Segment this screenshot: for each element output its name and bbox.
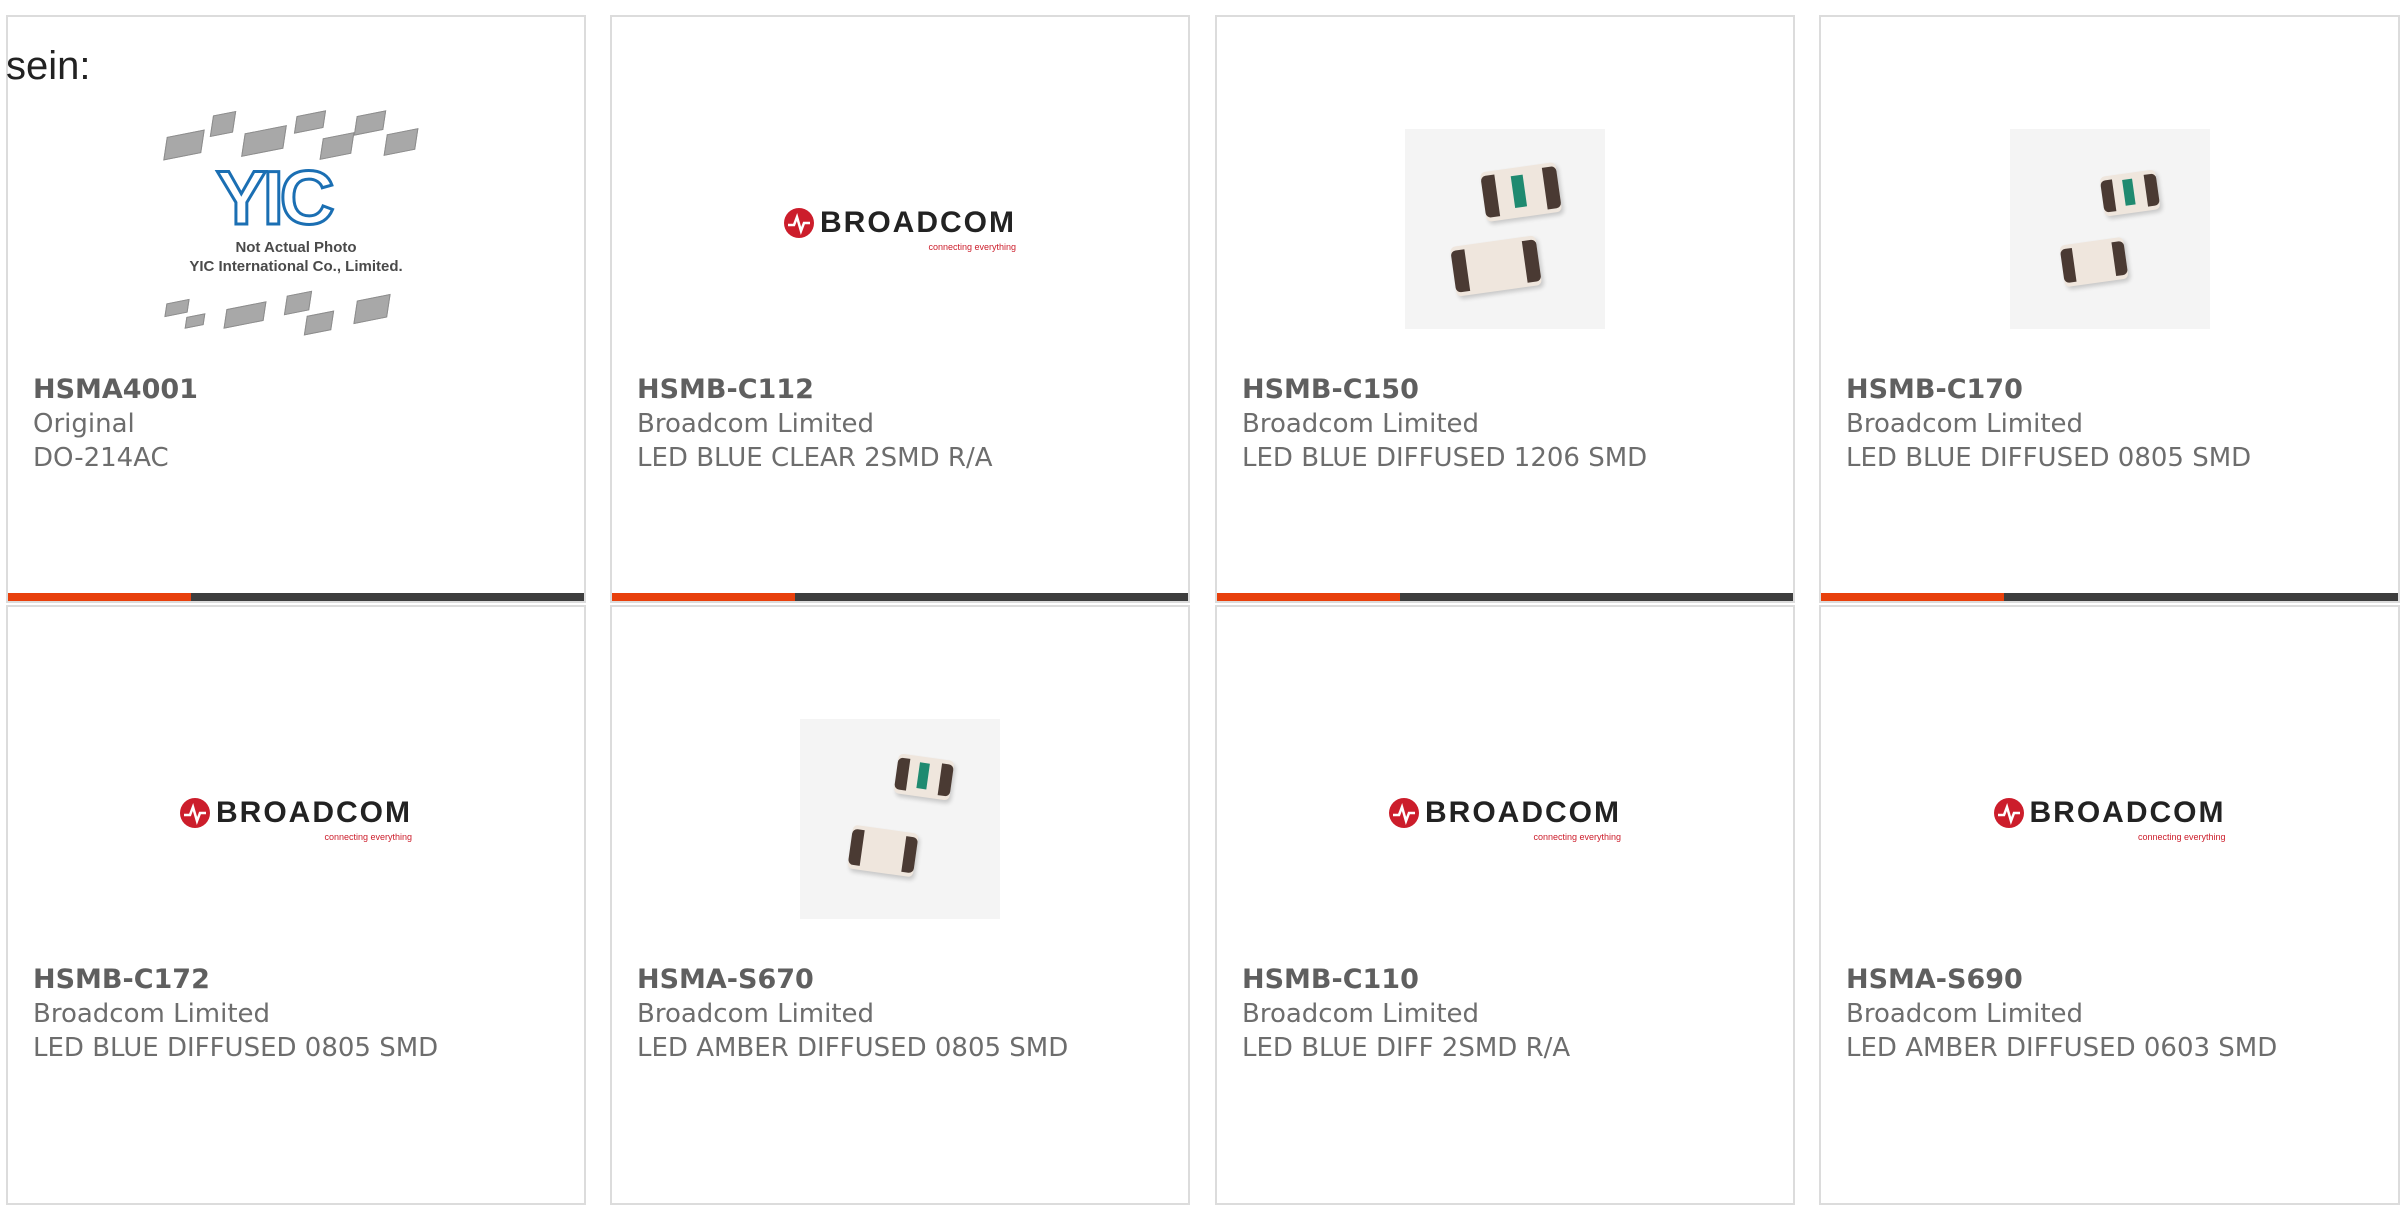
part-number: HSMB-C170 <box>1846 374 2023 405</box>
description: LED BLUE DIFF 2SMD R/A <box>1242 1033 1571 1063</box>
part-number: HSMB-C150 <box>1242 374 1419 405</box>
product-image <box>612 689 1188 949</box>
product-card[interactable]: BROADCOM connecting everything HSMA-S690… <box>1819 605 2400 1205</box>
part-number: HSMB-C172 <box>33 964 210 995</box>
manufacturer: Broadcom Limited <box>33 999 271 1029</box>
broadcom-tagline: connecting everything <box>1533 832 1621 842</box>
product-image <box>1821 99 2398 359</box>
part-number: HSMA-S670 <box>637 964 814 995</box>
card-progress-accent <box>612 593 795 601</box>
description: DO-214AC <box>33 443 169 473</box>
manufacturer: Original <box>33 409 135 439</box>
product-image: BROADCOM connecting everything <box>1821 689 2398 949</box>
broadcom-logo: BROADCOM connecting everything <box>1389 796 1621 842</box>
broadcom-wordmark: BROADCOM <box>216 796 412 829</box>
card-progress-accent <box>1821 593 2004 601</box>
card-progress-accent <box>1217 593 1400 601</box>
broadcom-tagline: connecting everything <box>2137 832 2226 842</box>
part-number: HSMB-C112 <box>637 374 814 405</box>
product-image: BROADCOM connecting everything <box>8 689 584 949</box>
product-card[interactable]: BROADCOM connecting everything HSMB-C110… <box>1215 605 1795 1205</box>
description: LED AMBER DIFFUSED 0603 SMD <box>1846 1033 2278 1063</box>
part-number: HSMA-S690 <box>1846 964 2023 995</box>
card-progress-accent <box>8 593 191 601</box>
description: LED BLUE DIFFUSED 0805 SMD <box>1846 443 2252 473</box>
product-image: BROADCOM connecting everything <box>1217 689 1793 949</box>
manufacturer: Broadcom Limited <box>637 999 875 1029</box>
product-card[interactable]: HSMB-C150 Broadcom Limited LED BLUE DIFF… <box>1215 15 1795 603</box>
lead-text: sein: <box>6 44 91 88</box>
product-image: BROADCOM connecting everything <box>612 99 1188 359</box>
manufacturer: Broadcom Limited <box>1242 999 1480 1029</box>
broadcom-tagline: connecting everything <box>928 242 1016 252</box>
smd-led-photo <box>1405 129 1605 329</box>
broadcom-tagline: connecting everything <box>324 832 412 842</box>
smd-led-photo <box>800 719 1000 919</box>
manufacturer: Broadcom Limited <box>1242 409 1480 439</box>
part-number: HSMA4001 <box>33 374 198 405</box>
product-card[interactable]: HSMB-C170 Broadcom Limited LED BLUE DIFF… <box>1819 15 2400 603</box>
product-card[interactable]: HSMA-S670 Broadcom Limited LED AMBER DIF… <box>610 605 1190 1205</box>
yic-company-caption: YIC International Co., Limited. <box>189 258 403 275</box>
broadcom-logo: BROADCOM connecting everything <box>180 796 412 842</box>
product-card[interactable]: BROADCOM connecting everything HSMB-C172… <box>6 605 586 1205</box>
broadcom-wordmark: BROADCOM <box>820 206 1016 239</box>
yic-logo-text: YIC <box>215 155 337 243</box>
description: LED BLUE DIFFUSED 0805 SMD <box>33 1033 439 1063</box>
broadcom-pulse-icon <box>1993 798 2024 828</box>
yic-placeholder-image: YIC Not Actual Photo YIC International C… <box>146 107 446 347</box>
broadcom-pulse-icon <box>180 798 210 828</box>
manufacturer: Broadcom Limited <box>637 409 875 439</box>
broadcom-pulse-icon <box>1389 798 1419 828</box>
product-card[interactable]: YIC Not Actual Photo YIC International C… <box>6 15 586 603</box>
not-actual-photo-caption: Not Actual Photo <box>235 239 357 256</box>
description: LED BLUE DIFFUSED 1206 SMD <box>1242 443 1648 473</box>
part-number: HSMB-C110 <box>1242 964 1419 995</box>
broadcom-wordmark: BROADCOM <box>1425 796 1621 829</box>
card-progress-bar <box>1217 593 1793 601</box>
smd-led-photo <box>2009 129 2210 329</box>
broadcom-wordmark: BROADCOM <box>2029 796 2226 829</box>
manufacturer: Broadcom Limited <box>1846 409 2084 439</box>
product-card[interactable]: BROADCOM connecting everything HSMB-C112… <box>610 15 1190 603</box>
product-image <box>1217 99 1793 359</box>
description: LED AMBER DIFFUSED 0805 SMD <box>637 1033 1069 1063</box>
card-progress-bar <box>612 593 1188 601</box>
broadcom-logo: BROADCOM connecting everything <box>784 206 1016 252</box>
manufacturer: Broadcom Limited <box>1846 999 2084 1029</box>
card-progress-bar <box>8 593 584 601</box>
broadcom-pulse-icon <box>784 208 814 238</box>
description: LED BLUE CLEAR 2SMD R/A <box>637 443 993 473</box>
broadcom-logo: BROADCOM connecting everything <box>1993 796 2226 842</box>
card-progress-bar <box>1821 593 2398 601</box>
product-image: YIC Not Actual Photo YIC International C… <box>8 97 584 357</box>
